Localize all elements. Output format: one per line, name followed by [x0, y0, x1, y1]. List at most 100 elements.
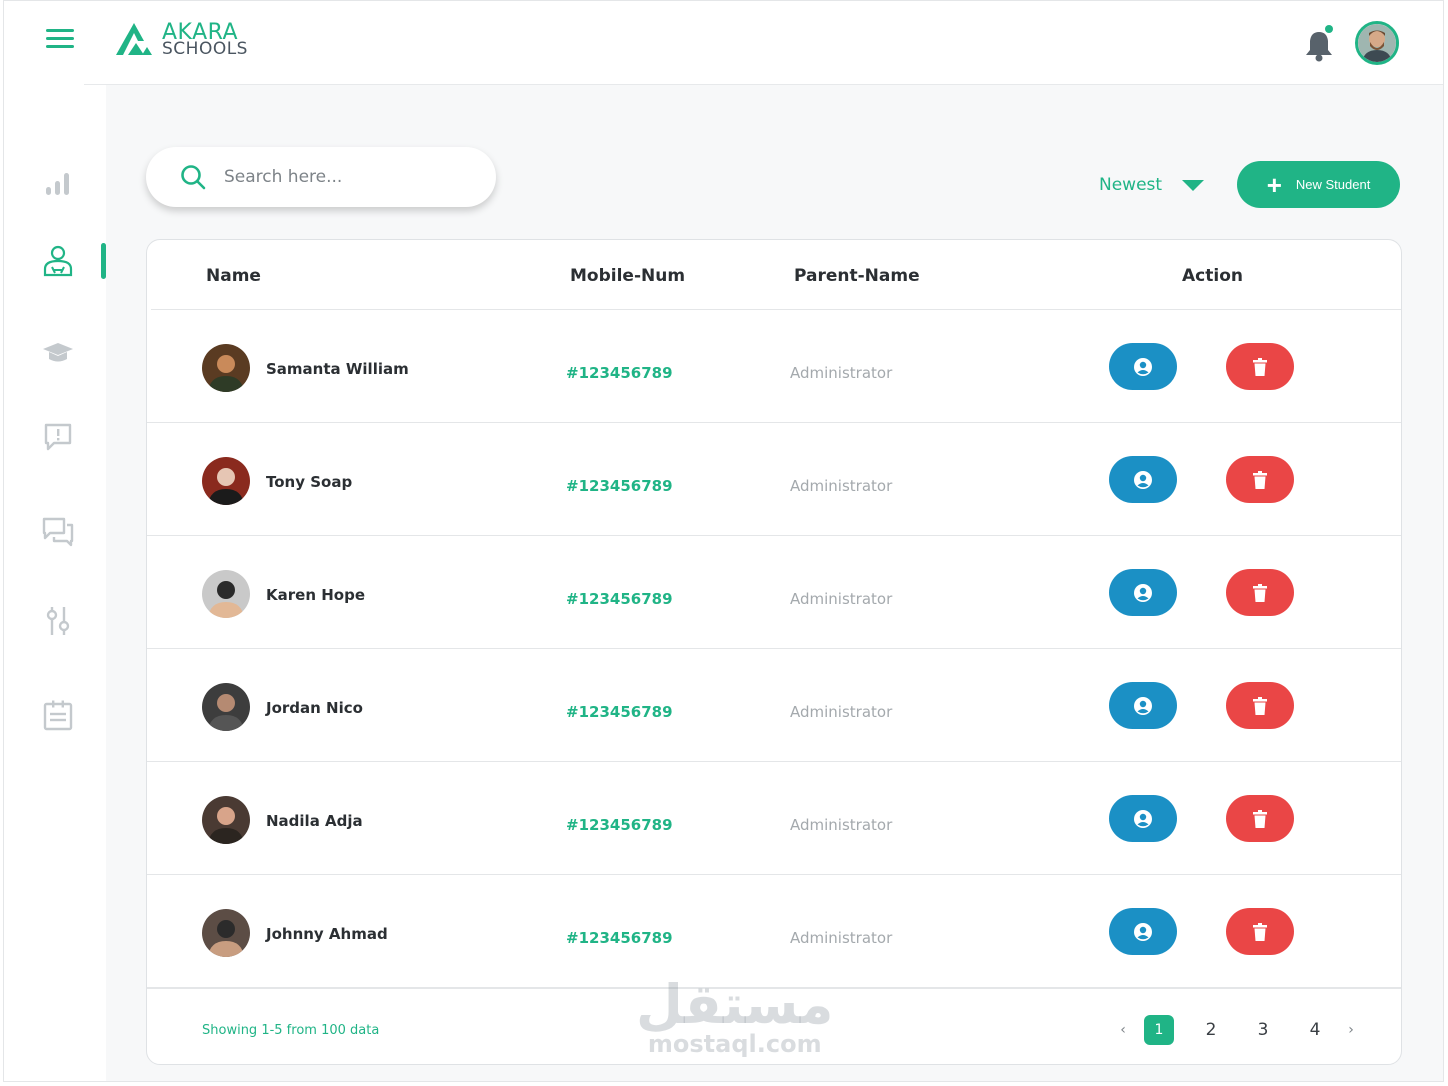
table-row: Jordan Nico #123456789 Administrator	[147, 649, 1401, 762]
delete-button[interactable]	[1226, 456, 1294, 503]
watermark-arabic: مستقل	[636, 973, 834, 1036]
user-photo-icon	[1358, 24, 1396, 62]
student-name: Jordan Nico	[266, 699, 363, 717]
view-profile-button[interactable]	[1109, 456, 1177, 503]
user-circle-icon	[1134, 696, 1152, 715]
showing-count: Showing 1-5 from 100 data	[202, 1023, 380, 1038]
student-name: Karen Hope	[266, 586, 365, 604]
table-row: Tony Soap #123456789 Administrator	[147, 423, 1401, 536]
new-student-button[interactable]: + New Student	[1237, 161, 1400, 208]
parent-name: Administrator	[790, 929, 893, 947]
page-4[interactable]: 4	[1300, 1015, 1330, 1045]
student-mobile: #123456789	[566, 816, 673, 834]
table-row: Karen Hope #123456789 Administrator	[147, 536, 1401, 649]
trash-icon	[1253, 470, 1267, 489]
menu-icon[interactable]	[46, 29, 74, 49]
student-avatar[interactable]	[202, 457, 250, 505]
clipboard-icon	[43, 700, 73, 731]
graduation-cap-icon	[43, 343, 73, 362]
student-name: Tony Soap	[266, 473, 353, 491]
student-name: Samanta William	[266, 360, 409, 378]
search-icon	[181, 165, 206, 190]
students-table: Name Mobile-Num Parent-Name Action Saman…	[146, 239, 1402, 1065]
student-mobile: #123456789	[566, 590, 673, 608]
user-avatar[interactable]	[1355, 21, 1399, 65]
sidebar-item-tasks[interactable]	[40, 697, 76, 733]
student-mobile: #123456789	[566, 477, 673, 495]
student-mobile: #123456789	[566, 929, 673, 947]
user-circle-icon	[1134, 583, 1152, 602]
parent-name: Administrator	[790, 590, 893, 608]
sidebar-item-events[interactable]	[40, 419, 76, 455]
sidebar	[4, 1, 106, 1081]
student-avatar[interactable]	[202, 570, 250, 618]
sidebar-item-students[interactable]	[40, 243, 76, 279]
brand-subtitle: SCHOOLS	[162, 39, 248, 59]
parent-name: Administrator	[790, 477, 893, 495]
bell-icon	[1306, 32, 1332, 62]
header-mobile: Mobile-Num	[570, 266, 686, 286]
new-student-label: New Student	[1295, 177, 1371, 192]
delete-button[interactable]	[1226, 682, 1294, 729]
sliders-icon	[46, 607, 70, 635]
header-action: Action	[1182, 266, 1243, 286]
student-avatar[interactable]	[202, 683, 250, 731]
brand-logo[interactable]: AKARA SCHOOLS	[114, 21, 248, 61]
trash-icon	[1253, 922, 1267, 941]
search-input[interactable]	[224, 167, 464, 187]
next-page-icon[interactable]: ›	[1341, 1022, 1361, 1038]
logo-mark-icon	[114, 21, 158, 61]
alert-message-icon	[44, 423, 72, 451]
notification-button[interactable]	[1303, 25, 1335, 63]
pagination: ‹ 1 2 3 4 ›	[1113, 1015, 1361, 1045]
sidebar-item-teachers[interactable]	[40, 335, 76, 371]
app-window: AKARA SCHOOLS Newest + New Student Na	[3, 0, 1444, 1082]
sort-dropdown[interactable]: Newest	[1099, 175, 1205, 195]
header-name: Name	[206, 266, 261, 286]
user-circle-icon	[1134, 357, 1152, 376]
student-avatar[interactable]	[202, 909, 250, 957]
chat-icon	[42, 517, 74, 547]
parent-name: Administrator	[790, 703, 893, 721]
view-profile-button[interactable]	[1109, 795, 1177, 842]
sort-label: Newest	[1099, 175, 1163, 195]
delete-button[interactable]	[1226, 908, 1294, 955]
student-mobile: #123456789	[566, 703, 673, 721]
table-row: Johnny Ahmad #123456789 Administrator	[147, 875, 1401, 988]
parent-name: Administrator	[790, 816, 893, 834]
sidebar-item-chat[interactable]	[40, 513, 76, 549]
delete-button[interactable]	[1226, 343, 1294, 390]
view-profile-button[interactable]	[1109, 682, 1177, 729]
page-2[interactable]: 2	[1196, 1015, 1226, 1045]
student-name: Nadila Adja	[266, 812, 363, 830]
sidebar-item-dashboard[interactable]	[40, 165, 76, 201]
page-1[interactable]: 1	[1144, 1015, 1174, 1045]
view-profile-button[interactable]	[1109, 569, 1177, 616]
view-profile-button[interactable]	[1109, 343, 1177, 390]
top-header: AKARA SCHOOLS	[84, 1, 1443, 85]
trash-icon	[1253, 583, 1267, 602]
parent-name: Administrator	[790, 364, 893, 382]
student-avatar[interactable]	[202, 344, 250, 392]
delete-button[interactable]	[1226, 569, 1294, 616]
delete-button[interactable]	[1226, 795, 1294, 842]
student-name: Johnny Ahmad	[266, 925, 388, 943]
header-parent: Parent-Name	[794, 266, 920, 286]
sidebar-item-settings[interactable]	[40, 603, 76, 639]
table-header: Name Mobile-Num Parent-Name Action	[151, 240, 1401, 310]
prev-page-icon[interactable]: ‹	[1113, 1022, 1133, 1038]
user-circle-icon	[1134, 809, 1152, 828]
page-3[interactable]: 3	[1248, 1015, 1278, 1045]
trash-icon	[1253, 357, 1267, 376]
table-row: Nadila Adja #123456789 Administrator	[147, 762, 1401, 875]
trash-icon	[1253, 696, 1267, 715]
user-circle-icon	[1134, 470, 1152, 489]
student-mobile: #123456789	[566, 364, 673, 382]
notification-dot	[1325, 25, 1333, 33]
plus-icon: +	[1266, 169, 1282, 200]
view-profile-button[interactable]	[1109, 908, 1177, 955]
bar-chart-icon	[46, 173, 69, 195]
student-avatar[interactable]	[202, 796, 250, 844]
student-icon	[43, 245, 73, 277]
trash-icon	[1253, 809, 1267, 828]
